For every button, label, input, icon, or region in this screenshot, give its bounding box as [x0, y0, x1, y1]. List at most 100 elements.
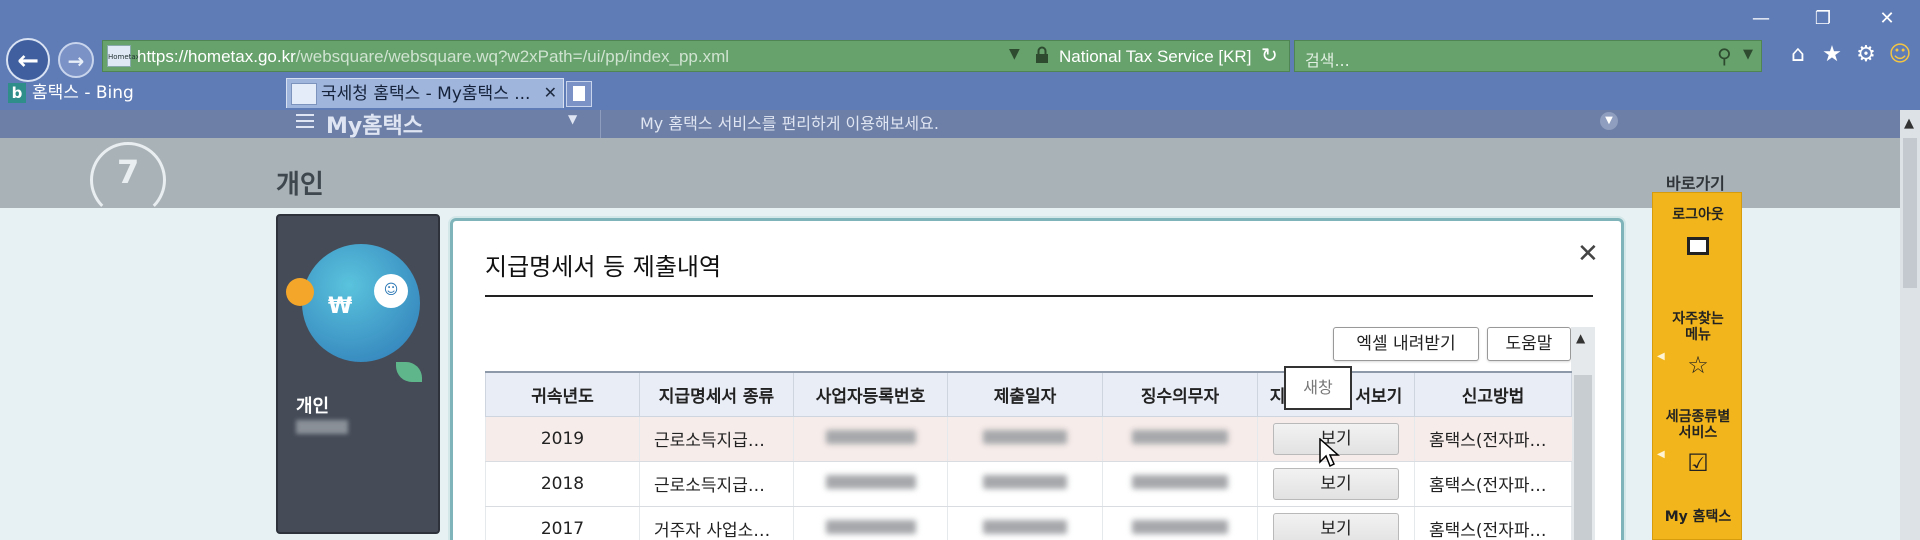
- search-icon[interactable]: ⚲: [1717, 44, 1732, 68]
- tab-label: 홈택스 - Bing: [32, 83, 134, 103]
- quick-item-logout[interactable]: 로그아웃: [1653, 207, 1743, 255]
- certificate-label[interactable]: National Tax Service [KR]: [1059, 47, 1251, 67]
- cell-method: 홈택스(전자파…: [1414, 416, 1572, 462]
- cell-kind: 근로소득지급…: [639, 461, 794, 507]
- unlock-icon: [1687, 237, 1709, 255]
- cell-method: 홈택스(전자파…: [1414, 461, 1572, 507]
- column-header[interactable]: 귀속년도: [485, 371, 640, 417]
- table-header-row: 귀속년도 지급명세서 종류 사업자등록번호 제출일자 징수의무자 지 서보기 신고…: [485, 371, 1572, 417]
- close-tab-icon[interactable]: ✕: [544, 83, 557, 102]
- redacted-value: [1132, 519, 1228, 534]
- gear-icon[interactable]: ⚙: [1852, 40, 1880, 70]
- address-dropdown-icon[interactable]: ▼: [1009, 46, 1020, 62]
- close-icon[interactable]: ✕: [1577, 241, 1599, 267]
- address-bar[interactable]: Hometax https://hometax.go.kr/websquare/…: [102, 40, 1290, 72]
- column-header[interactable]: 사업자등록번호: [793, 371, 948, 417]
- quick-item-label: 세금종류별 서비스: [1665, 409, 1731, 441]
- checkbox-icon: ☑: [1687, 449, 1709, 477]
- redacted-value: [983, 519, 1067, 534]
- column-header-suffix: 서보기: [1355, 386, 1403, 407]
- search-dropdown-icon[interactable]: ▼: [1743, 47, 1753, 62]
- column-header[interactable]: 징수의무자: [1102, 371, 1258, 417]
- home-icon[interactable]: ⌂: [1784, 40, 1812, 70]
- quick-item-favorites[interactable]: 자주찾는 메뉴 ☆: [1653, 311, 1743, 379]
- star-icon: ☆: [1687, 351, 1709, 379]
- quick-item-label: 로그아웃: [1672, 207, 1724, 223]
- search-box[interactable]: 검색... ⚲ ▼: [1294, 40, 1762, 72]
- won-icon: ₩: [328, 294, 353, 319]
- redacted-value: [825, 429, 916, 444]
- hometax-favicon: [291, 83, 317, 105]
- smile-face-icon: ☺: [374, 274, 408, 308]
- column-header[interactable]: 지급명세서 종류: [639, 371, 794, 417]
- page-scrollbar[interactable]: ▲: [1900, 110, 1920, 540]
- search-placeholder: 검색...: [1305, 51, 1350, 70]
- title-divider: [485, 295, 1593, 297]
- cell-date-redacted: [947, 416, 1103, 462]
- back-button[interactable]: ←: [6, 38, 50, 82]
- help-button[interactable]: 도움말: [1487, 327, 1571, 361]
- my-hometax-menu[interactable]: My홈택스: [326, 110, 423, 138]
- column-header[interactable]: 제출일자: [947, 371, 1103, 417]
- forward-button[interactable]: →: [58, 42, 94, 78]
- profile-card: ₩ ☺ 개인: [276, 214, 440, 534]
- logo: 7: [90, 142, 166, 218]
- notice-text: My 홈택스 서비스를 편리하게 이용해보세요.: [640, 114, 939, 133]
- submission-history-modal: 지급명세서 등 제출내역 ✕ 엑셀 내려받기 도움말 ▲ 귀속년도 지급명세서 …: [450, 218, 1624, 540]
- close-window-button[interactable]: ✕: [1872, 6, 1902, 32]
- logo-text: 7: [117, 153, 140, 191]
- hamburger-menu-icon[interactable]: [296, 114, 314, 128]
- quick-item-label: My 홈택스: [1664, 509, 1732, 525]
- quick-item-label: 자주찾는 메뉴: [1672, 311, 1724, 343]
- minimize-button[interactable]: —: [1746, 6, 1776, 32]
- table-scrollbar[interactable]: ▲: [1571, 327, 1595, 540]
- cell-date-redacted: [947, 461, 1103, 507]
- bing-icon: b: [8, 83, 26, 103]
- cell-year: 2018: [485, 461, 640, 507]
- cell-bizno-redacted: [793, 506, 948, 540]
- cell-kind: 거주자 사업소…: [639, 506, 794, 540]
- scroll-up-icon[interactable]: ▲: [1904, 116, 1914, 131]
- chevron-down-icon[interactable]: ▼: [568, 112, 577, 126]
- avatar: ₩ ☺: [302, 244, 420, 362]
- view-button[interactable]: 보기: [1273, 512, 1399, 540]
- scroll-thumb[interactable]: [1903, 138, 1917, 288]
- quick-item-my-hometax[interactable]: My 홈택스: [1653, 509, 1743, 525]
- scroll-up-icon[interactable]: ▲: [1576, 331, 1585, 345]
- view-button[interactable]: 보기: [1273, 467, 1399, 500]
- url-domain: https://hometax.go.kr: [137, 47, 296, 66]
- tab-bing[interactable]: b 홈택스 - Bing: [8, 78, 280, 108]
- profile-name-redacted: [296, 420, 348, 434]
- quick-item-tax-services[interactable]: 세금종류별 서비스 ☑: [1653, 409, 1743, 477]
- lock-icon[interactable]: [1035, 46, 1049, 64]
- submission-table: 귀속년도 지급명세서 종류 사업자등록번호 제출일자 징수의무자 지 서보기 신고…: [485, 371, 1572, 540]
- cell-date-redacted: [947, 506, 1103, 540]
- redacted-value: [983, 429, 1067, 444]
- url-text[interactable]: https://hometax.go.kr/websquare/websquar…: [137, 47, 729, 67]
- column-header[interactable]: 신고방법: [1414, 371, 1572, 417]
- modal-title: 지급명세서 등 제출내역: [485, 253, 722, 281]
- site-header: My홈택스 ▼ My 홈택스 서비스를 편리하게 이용해보세요. ▼: [0, 110, 1900, 138]
- smiley-feedback-icon[interactable]: ☺: [1886, 40, 1914, 70]
- cell-method: 홈택스(전자파…: [1414, 506, 1572, 540]
- scroll-thumb[interactable]: [1574, 375, 1592, 540]
- heart-icon: [286, 278, 314, 306]
- excel-download-button[interactable]: 엑셀 내려받기: [1333, 327, 1479, 361]
- new-tab-button[interactable]: [566, 81, 592, 107]
- favorites-star-icon[interactable]: ★: [1818, 40, 1846, 70]
- arrow-right-icon: →: [67, 49, 85, 73]
- table-row[interactable]: 2019 근로소득지급… 보기 홈택스(전자파…: [485, 416, 1572, 462]
- chevron-down-circle-icon[interactable]: ▼: [1600, 112, 1618, 130]
- quick-menu-title: 바로가기: [1666, 174, 1725, 193]
- table-row[interactable]: 2018 근로소득지급… 보기 홈택스(전자파…: [485, 461, 1572, 507]
- tab-hometax[interactable]: 국세청 홈택스 - My홈택스 ... ✕: [286, 78, 564, 108]
- quick-menu: 로그아웃 ◀ 자주찾는 메뉴 ☆ ◀ 세금종류별 서비스 ☑ My 홈택스: [1652, 192, 1742, 540]
- restore-button[interactable]: ❐: [1808, 6, 1838, 32]
- table-row[interactable]: 2017 거주자 사업소… 보기 홈택스(전자파…: [485, 506, 1572, 540]
- profile-type: 개인: [296, 396, 330, 417]
- divider: [600, 110, 601, 138]
- refresh-icon[interactable]: ↻: [1261, 43, 1278, 67]
- cell-kind: 근로소득지급…: [639, 416, 794, 462]
- cell-year: 2019: [485, 416, 640, 462]
- tab-label: 국세청 홈택스 - My홈택스 ...: [321, 84, 531, 104]
